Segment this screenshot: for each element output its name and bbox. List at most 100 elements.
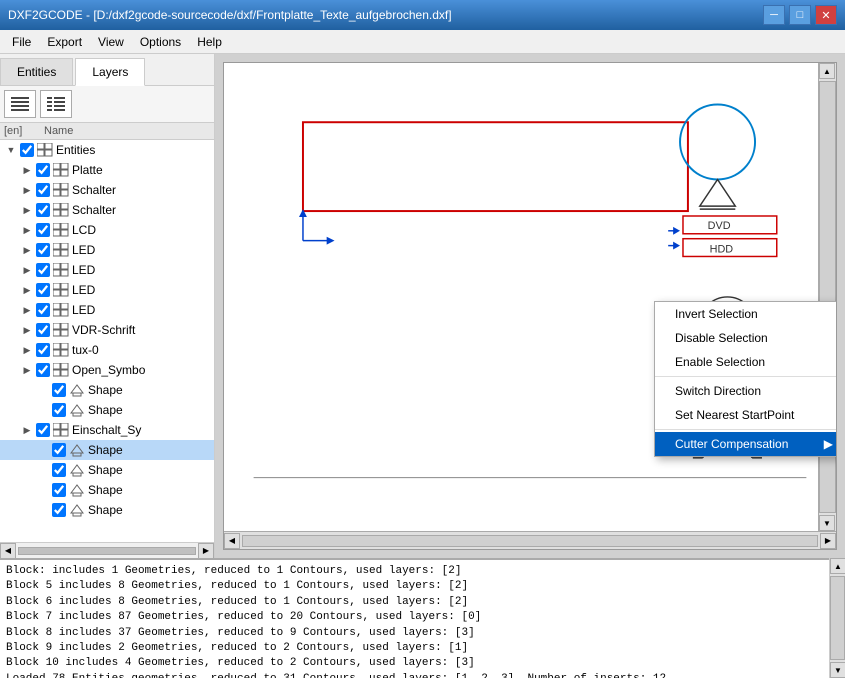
hscroll-right[interactable]: ▶ (198, 543, 214, 559)
tree-expand-icon[interactable]: ▶ (20, 203, 34, 217)
tree-row[interactable]: Shape (0, 480, 214, 500)
tree-row[interactable]: ▶LED (0, 240, 214, 260)
tree-checkbox[interactable] (36, 203, 50, 217)
tab-entities[interactable]: Entities (0, 58, 73, 85)
tool-btn-list[interactable] (4, 90, 36, 118)
ctx-enable-selection[interactable]: Enable Selection (655, 350, 837, 374)
tree-checkbox[interactable] (20, 143, 34, 157)
tree-row[interactable]: ▶Schalter (0, 200, 214, 220)
tree-checkbox[interactable] (36, 423, 50, 437)
tab-layers[interactable]: Layers (75, 58, 145, 86)
tree-checkbox[interactable] (52, 463, 66, 477)
tree-row[interactable]: ▼Entities (0, 140, 214, 160)
ctx-disable-selection[interactable]: Disable Selection (655, 326, 837, 350)
menu-options[interactable]: Options (132, 33, 189, 51)
tree-checkbox[interactable] (36, 223, 50, 237)
ctx-set-nearest[interactable]: Set Nearest StartPoint (655, 403, 837, 427)
shape-icon (68, 482, 86, 498)
tree-checkbox[interactable] (36, 343, 50, 357)
close-button[interactable]: ✕ (815, 5, 837, 25)
tree-expand-icon[interactable]: ▶ (20, 343, 34, 357)
tree-expand-icon[interactable]: ▶ (20, 183, 34, 197)
tree-expand-icon[interactable]: ▶ (20, 363, 34, 377)
tree-checkbox[interactable] (36, 363, 50, 377)
menu-help[interactable]: Help (189, 33, 230, 51)
tree-row[interactable]: Shape (0, 440, 214, 460)
tree-row[interactable]: ▶ Platte (0, 160, 214, 180)
tree-expand-icon[interactable]: ▶ (20, 223, 34, 237)
tool-btn-details[interactable] (40, 90, 72, 118)
tree-row[interactable]: ▶ Einschalt_Sy (0, 420, 214, 440)
tree-row[interactable]: Shape (0, 400, 214, 420)
log-vscroll-up[interactable]: ▲ (830, 558, 845, 574)
tree-row[interactable]: ▶tux-0 (0, 340, 214, 360)
tree-row[interactable]: ▶Schalter (0, 180, 214, 200)
canvas-vscroll[interactable]: ▲ ▼ (818, 63, 836, 531)
canvas-hscroll[interactable]: ◀ ▶ (224, 531, 836, 549)
maximize-button[interactable]: □ (789, 5, 811, 25)
hscroll-left[interactable]: ◀ (0, 543, 16, 559)
tree-expand-icon (36, 383, 50, 397)
tree-checkbox[interactable] (36, 263, 50, 277)
tree-checkbox[interactable] (52, 403, 66, 417)
tree-expand-icon[interactable]: ▶ (20, 163, 34, 177)
tree-row[interactable]: Shape (0, 500, 214, 520)
menu-view[interactable]: View (90, 33, 132, 51)
tree-container[interactable]: ▼Entities▶Platte▶Schalter▶Schalter▶LCD▶L… (0, 140, 214, 542)
tree-checkbox[interactable] (52, 483, 66, 497)
tree-expand-icon (36, 503, 50, 517)
log-vscroll-down[interactable]: ▼ (830, 662, 845, 678)
tree-expand-icon[interactable]: ▶ (20, 423, 34, 437)
log-vscroll[interactable]: ▲ ▼ (829, 558, 845, 678)
log-vscroll-track[interactable] (830, 576, 845, 660)
tree-row[interactable]: ▶Open_Symbo (0, 360, 214, 380)
tree-label: LED (72, 303, 95, 317)
titlebar: DXF2GCODE - [D:/dxf2gcode-sourcecode/dxf… (0, 0, 845, 30)
tree-checkbox[interactable] (52, 383, 66, 397)
tree-checkbox[interactable] (36, 303, 50, 317)
tree-checkbox[interactable] (36, 283, 50, 297)
tree-checkbox[interactable] (36, 183, 50, 197)
tree-row[interactable]: ▶ LED (0, 260, 214, 280)
tree-row[interactable]: Shape (0, 460, 214, 480)
tree-row[interactable]: ▶ LED (0, 300, 214, 320)
ctx-invert-selection[interactable]: Invert Selection (655, 302, 837, 326)
tree-expand-icon[interactable]: ▶ (20, 283, 34, 297)
tree-label: LED (72, 263, 95, 277)
canvas-vscroll-up[interactable]: ▲ (819, 63, 835, 79)
tree-expand-icon[interactable]: ▶ (20, 303, 34, 317)
tree-checkbox[interactable] (52, 443, 66, 457)
hscroll-track[interactable] (18, 547, 196, 555)
tree-expand-icon[interactable]: ▶ (20, 263, 34, 277)
tree-row[interactable]: ▶LCD (0, 220, 214, 240)
tree-row[interactable]: Shape (0, 380, 214, 400)
svg-text:DVD: DVD (708, 220, 731, 232)
ctx-switch-direction[interactable]: Switch Direction (655, 379, 837, 403)
panel-hscroll[interactable]: ◀ ▶ (0, 542, 214, 558)
tree-checkbox[interactable] (36, 323, 50, 337)
grid-icon (52, 322, 70, 338)
canvas-hscroll-track[interactable] (242, 535, 818, 547)
tree-expand-icon[interactable]: ▶ (20, 323, 34, 337)
tree-label: Shape (88, 503, 123, 517)
log-area[interactable]: Block: includes 1 Geometries, reduced to… (0, 558, 845, 678)
tree-checkbox[interactable] (36, 163, 50, 177)
menu-export[interactable]: Export (39, 33, 90, 51)
tree-label: Platte (72, 163, 103, 177)
canvas-hscroll-left[interactable]: ◀ (224, 533, 240, 549)
tree-expand-icon[interactable]: ▶ (20, 243, 34, 257)
tree-row[interactable]: ▶VDR-Schrift (0, 320, 214, 340)
tree-row[interactable]: ▶LED (0, 280, 214, 300)
tree-checkbox[interactable] (36, 243, 50, 257)
main-layout: Entities Layers [en] Name ▼Entities▶Plat… (0, 54, 845, 558)
tree-checkbox[interactable] (52, 503, 66, 517)
minimize-button[interactable]: ─ (763, 5, 785, 25)
menu-file[interactable]: File (4, 33, 39, 51)
canvas-area[interactable]: DVD HDD (215, 54, 845, 558)
canvas-vscroll-down[interactable]: ▼ (819, 515, 835, 531)
tree-expand-icon[interactable]: ▼ (4, 143, 18, 157)
ctx-cutter-compensation[interactable]: Cutter Compensation ▶ (655, 432, 837, 456)
tree-label: Einschalt_Sy (72, 423, 141, 437)
canvas-hscroll-right[interactable]: ▶ (820, 533, 836, 549)
tree-label: Shape (88, 483, 123, 497)
